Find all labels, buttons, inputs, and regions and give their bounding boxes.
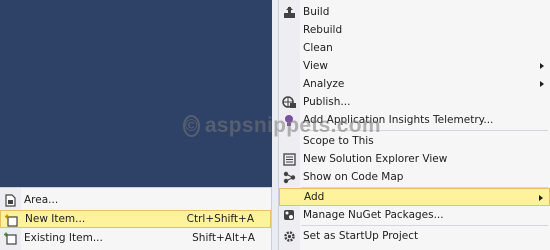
menu-item-analyze-label: Analyze [303,78,345,90]
existing-item-icon [3,231,17,245]
add-submenu: Area... New Item... Ctrl+Shift+A Existin… [0,187,272,250]
submenu-arrow-icon [540,63,544,69]
watermark-text: aspsnippets.com [204,114,381,137]
submenu-arrow-icon [539,195,543,201]
new-item-icon [4,213,18,227]
menu-item-view-label: View [303,60,328,72]
shortcut-label: Shift+Alt+A [192,232,255,244]
menu-item-add-label: Add [304,191,325,203]
menu-item-view[interactable]: View [279,57,550,75]
menu-item-clean[interactable]: Clean [279,39,550,57]
code-map-icon [282,170,296,184]
copyright-icon: © [183,115,200,137]
menu-item-manage-nuget-label: Manage NuGet Packages... [303,209,444,221]
menu-item-rebuild[interactable]: Rebuild [279,21,550,39]
publish-icon [282,95,296,109]
menu-item-show-on-code-map-label: Show on Code Map [303,171,404,183]
watermark: © aspsnippets.com [183,112,381,140]
nuget-icon [282,208,296,222]
workspace-background [0,0,272,187]
menu-item-publish-label: Publish... [303,96,351,108]
menu-item-analyze[interactable]: Analyze [279,75,550,93]
submenu-arrow-icon [540,81,544,87]
shortcut-label: Ctrl+Shift+A [186,213,254,225]
menu-item-add[interactable]: Add [279,188,550,206]
menu-item-show-on-code-map[interactable]: Show on Code Map [279,168,550,186]
menu-item-new-solution-explorer-view[interactable]: New Solution Explorer View [279,150,550,168]
menu-item-clean-label: Clean [303,42,333,54]
menu-item-set-startup-project-label: Set as StartUp Project [303,230,419,242]
menu-separator [301,225,548,226]
gear-icon [282,229,296,243]
menu-item-new-solution-explorer-view-label: New Solution Explorer View [303,153,448,165]
submenu-item-existing-item-label: Existing Item... [24,232,103,244]
menu-item-build-label: Build [303,6,330,18]
menu-item-publish[interactable]: Publish... [279,93,550,111]
submenu-item-new-item-label: New Item... [25,213,86,225]
submenu-item-existing-item[interactable]: Existing Item... Shift+Alt+A [0,229,271,247]
menu-item-rebuild-label: Rebuild [303,24,343,36]
submenu-item-new-item[interactable]: New Item... Ctrl+Shift+A [0,210,271,228]
build-icon [282,5,296,19]
menu-item-manage-nuget[interactable]: Manage NuGet Packages... [279,206,550,224]
solution-explorer-icon [282,152,296,166]
menu-item-set-startup-project[interactable]: Set as StartUp Project [279,227,550,245]
submenu-item-area-label: Area... [24,194,59,206]
area-icon [3,193,17,207]
menu-item-build[interactable]: Build [279,3,550,21]
submenu-item-area[interactable]: Area... [0,191,271,209]
